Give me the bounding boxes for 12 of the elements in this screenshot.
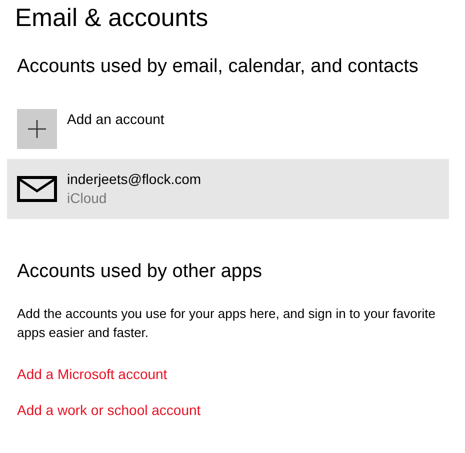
section-heading: Accounts used by other apps bbox=[17, 260, 264, 284]
account-provider: iCloud bbox=[67, 189, 108, 208]
page-title: Email & accounts bbox=[15, 3, 210, 34]
section-heading: Accounts used by email, calendar, and contacts bbox=[17, 55, 420, 79]
add-account-link[interactable]: Add a work or school account bbox=[17, 402, 201, 418]
account-item[interactable]: inderjeets@flock.com iCloud bbox=[7, 159, 449, 219]
add-account-link[interactable]: Add a Microsoft account bbox=[17, 366, 168, 382]
description-text: Add the accounts you use for your apps here, and sign in to your favorite apps easier and faster. bbox=[17, 305, 436, 342]
mail-icon bbox=[17, 176, 57, 202]
plus-icon bbox=[28, 120, 46, 138]
add-account-button[interactable]: Add an account bbox=[17, 109, 465, 149]
account-address: inderjeets@flock.com bbox=[67, 170, 202, 189]
